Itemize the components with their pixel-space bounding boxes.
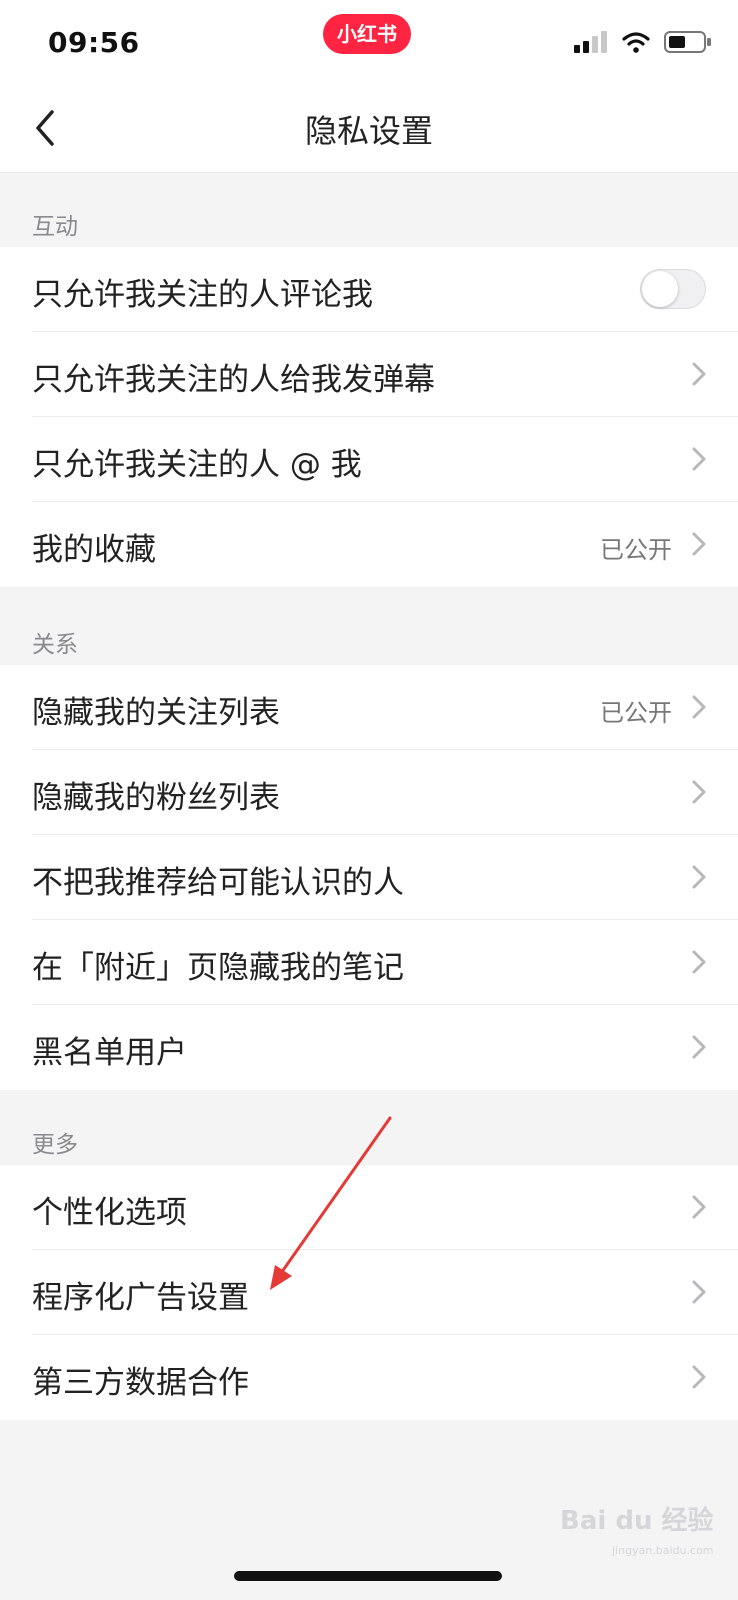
chevron-right-icon (688, 1032, 710, 1062)
status-time: 09:56 (48, 26, 140, 59)
setting-row-programmatic-ads[interactable]: 程序化广告设置 (0, 1250, 738, 1335)
chevron-right-icon (688, 692, 710, 722)
settings-group-interaction: 只允许我关注的人评论我 只允许我关注的人给我发弹幕 只允许我关注的人 @ 我 我… (0, 247, 738, 587)
setting-label: 个性化选项 (32, 1195, 187, 1231)
page-title: 隐私设置 (304, 112, 433, 150)
baidu-watermark: Bai du 经验 (560, 1506, 714, 1536)
chevron-right-icon (688, 359, 710, 389)
battery-icon (664, 30, 712, 58)
chevron-right-icon (688, 777, 710, 807)
setting-row-mention-followed-only[interactable]: 只允许我关注的人 @ 我 (0, 417, 738, 502)
section-header-more: 更多 (0, 1091, 738, 1165)
setting-row-no-recommend[interactable]: 不把我推荐给可能认识的人 (0, 835, 738, 920)
setting-label: 我的收藏 (32, 532, 156, 568)
chevron-right-icon (688, 1277, 710, 1307)
section-header-relations: 关系 (0, 591, 738, 665)
setting-row-danmaku-followed-only[interactable]: 只允许我关注的人给我发弹幕 (0, 332, 738, 417)
setting-row-hide-nearby-notes[interactable]: 在「附近」页隐藏我的笔记 (0, 920, 738, 1005)
setting-row-personalization[interactable]: 个性化选项 (0, 1165, 738, 1250)
section-title: 互动 (32, 214, 78, 240)
settings-group-relations: 隐藏我的关注列表 已公开 隐藏我的粉丝列表 不把我推荐给可能认识的人 在「附近」… (0, 665, 738, 1090)
setting-row-my-collections[interactable]: 我的收藏 已公开 (0, 502, 738, 587)
section-title: 更多 (32, 1132, 78, 1158)
chevron-right-icon (688, 529, 710, 559)
section-title: 关系 (32, 632, 78, 658)
section-header-interaction: 互动 (0, 173, 738, 247)
home-indicator[interactable] (234, 1571, 502, 1581)
setting-status-value: 已公开 (600, 699, 672, 727)
app-badge: 小红书 (323, 14, 411, 54)
chevron-right-icon (688, 862, 710, 892)
chevron-right-icon (688, 947, 710, 977)
setting-label: 在「附近」页隐藏我的笔记 (32, 950, 404, 986)
setting-label: 只允许我关注的人给我发弹幕 (32, 362, 435, 398)
wifi-icon (622, 31, 650, 57)
setting-label: 黑名单用户 (32, 1035, 187, 1071)
setting-status-value: 已公开 (600, 536, 672, 564)
setting-label: 第三方数据合作 (32, 1365, 249, 1401)
setting-row-hide-fans-list[interactable]: 隐藏我的粉丝列表 (0, 750, 738, 835)
setting-row-third-party-data[interactable]: 第三方数据合作 (0, 1335, 738, 1420)
chevron-right-icon (688, 1192, 710, 1222)
setting-row-blacklist[interactable]: 黑名单用户 (0, 1005, 738, 1090)
setting-label: 只允许我关注的人 @ 我 (32, 447, 362, 483)
toggle-knob (642, 271, 678, 307)
settings-group-more: 个性化选项 程序化广告设置 第三方数据合作 (0, 1165, 738, 1420)
baidu-watermark-url: jingyan.baidu.com (612, 1544, 714, 1557)
status-icons (574, 30, 712, 58)
comment-permission-toggle[interactable] (640, 269, 706, 309)
chevron-right-icon (688, 1362, 710, 1392)
setting-label: 隐藏我的关注列表 (32, 695, 280, 731)
setting-label: 只允许我关注的人评论我 (32, 277, 373, 313)
setting-label: 隐藏我的粉丝列表 (32, 780, 280, 816)
signal-icon (574, 31, 608, 57)
setting-label: 不把我推荐给可能认识的人 (32, 865, 404, 901)
setting-label: 程序化广告设置 (32, 1280, 249, 1316)
nav-bar: 隐私设置 (0, 84, 738, 173)
status-bar: 09:56 小红书 (0, 0, 738, 84)
setting-row-comment-followed-only[interactable]: 只允许我关注的人评论我 (0, 247, 738, 332)
setting-row-hide-following-list[interactable]: 隐藏我的关注列表 已公开 (0, 665, 738, 750)
chevron-right-icon (688, 444, 710, 474)
